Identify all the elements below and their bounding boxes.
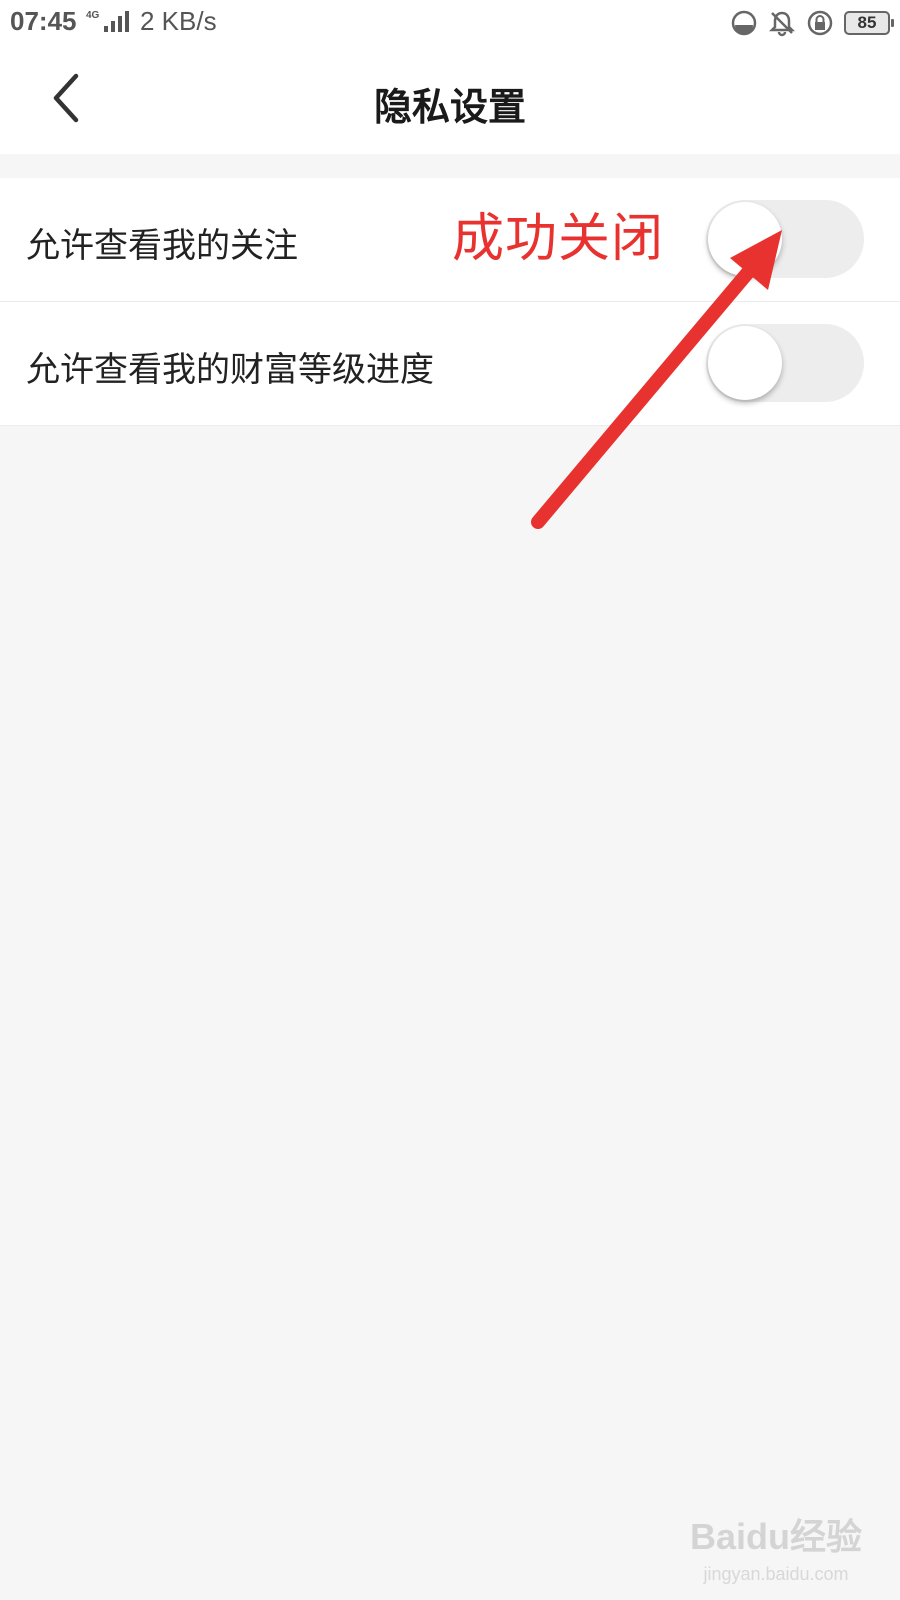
signal-icon: 4G bbox=[86, 10, 129, 32]
follows-visibility-toggle[interactable] bbox=[706, 200, 864, 278]
watermark-url: jingyan.baidu.com bbox=[703, 1564, 849, 1584]
annotation-text: 成功关闭 bbox=[452, 209, 665, 269]
app-screen: 07:45 4G 2 KB/s 85 隐私设置 允许查看我的关注 允许查看我的财… bbox=[0, 0, 900, 1600]
rotation-lock-icon bbox=[807, 10, 833, 36]
page-title: 隐私设置 bbox=[373, 85, 526, 129]
watermark-logo: Baidu经验 bbox=[690, 1516, 863, 1557]
settings-list: 允许查看我的关注 允许查看我的财富等级进度 bbox=[0, 178, 900, 426]
app-header: 隐私设置 bbox=[0, 46, 900, 154]
status-bar: 07:45 4G 2 KB/s 85 bbox=[0, 0, 900, 46]
baidu-watermark: Baidu经验 jingyan.baidu.com bbox=[690, 1508, 862, 1585]
toggle-knob bbox=[708, 326, 782, 400]
setting-label: 允许查看我的关注 bbox=[26, 226, 298, 266]
status-icons: 85 bbox=[730, 8, 894, 38]
battery-icon: 85 bbox=[844, 11, 894, 35]
setting-row-wealth-level: 允许查看我的财富等级进度 bbox=[0, 302, 900, 426]
bell-muted-icon bbox=[768, 11, 796, 37]
battery-level: 85 bbox=[857, 13, 877, 32]
status-time: 07:45 bbox=[10, 6, 77, 36]
setting-label: 允许查看我的财富等级进度 bbox=[26, 350, 434, 390]
network-speed: 2 KB/s bbox=[140, 6, 217, 36]
wealth-level-visibility-toggle[interactable] bbox=[706, 324, 864, 402]
network-type-label: 4G bbox=[86, 10, 100, 21]
data-saver-icon bbox=[731, 10, 757, 36]
toggle-knob bbox=[708, 202, 782, 276]
setting-row-follows: 允许查看我的关注 bbox=[0, 178, 900, 302]
